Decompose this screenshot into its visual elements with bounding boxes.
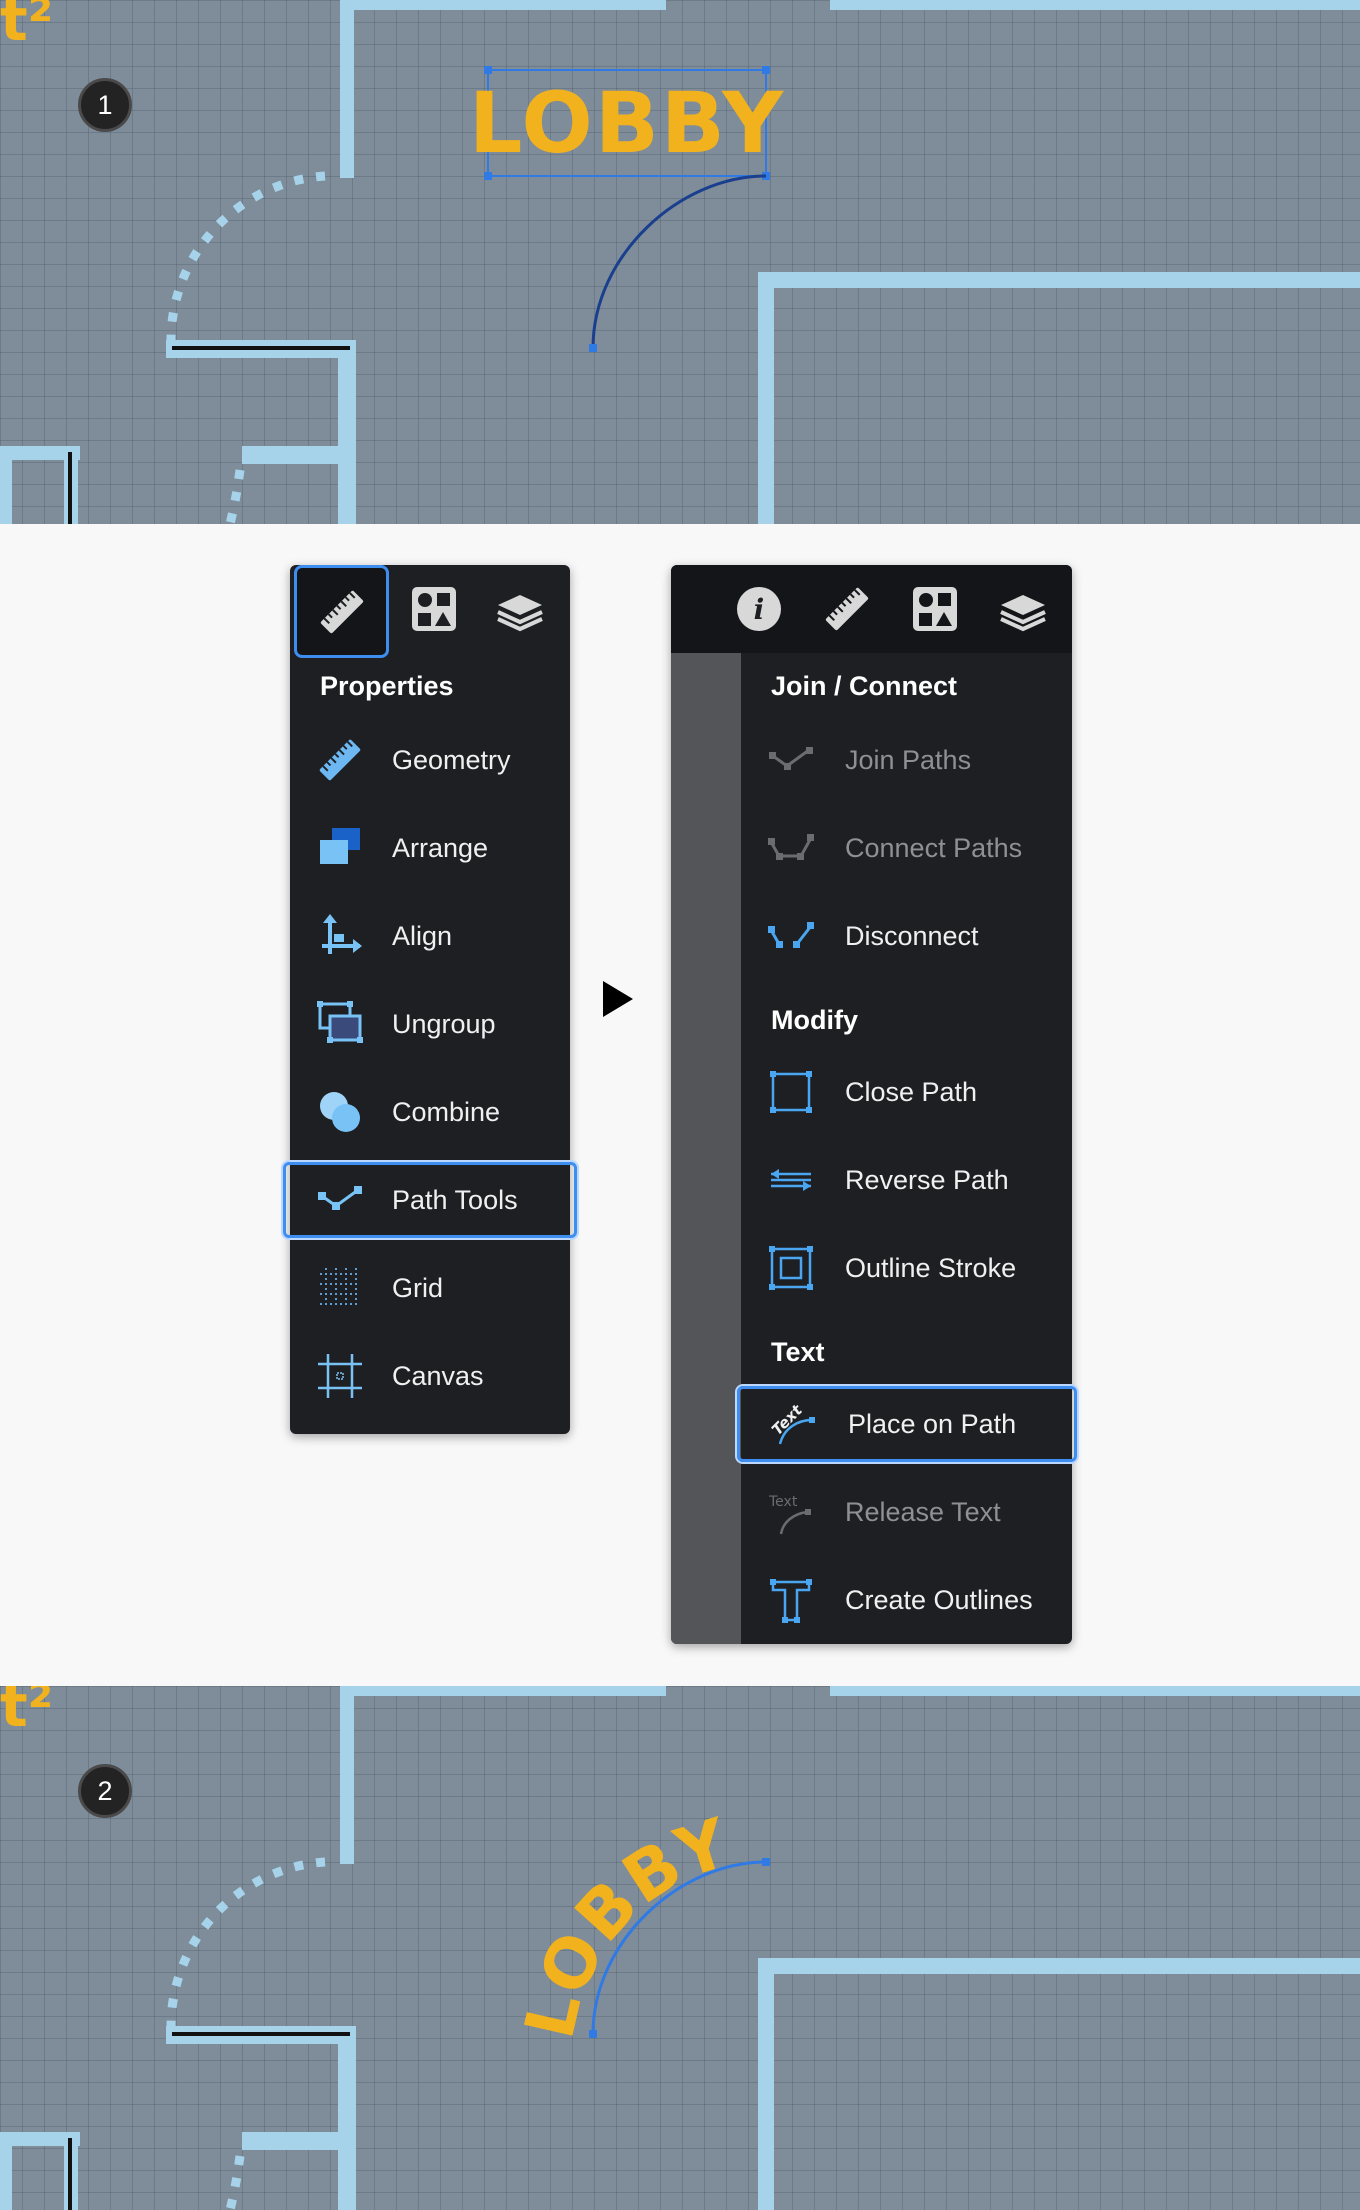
sidebar-strip — [671, 653, 741, 1644]
left-tabbar — [290, 565, 570, 658]
tab-geometry[interactable] — [819, 581, 875, 637]
lobby-label[interactable]: LOBBY — [469, 70, 783, 176]
tab-shapes[interactable] — [406, 581, 462, 637]
arrange-icon — [314, 822, 366, 874]
menu-item-label: Close Path — [845, 1076, 978, 1107]
menu-item-ungroup[interactable]: Ungroup — [314, 986, 554, 1062]
svg-text:Text: Text — [768, 1494, 798, 1510]
menu-item-label: Grid — [392, 1272, 444, 1303]
floorplan-walls: t² LOBBY — [0, 1686, 1360, 2210]
layers-icon — [497, 595, 543, 632]
canvas-before: t² LOBBY 1 — [0, 0, 1360, 524]
menu-item-outline-stroke[interactable]: Outline Stroke — [765, 1230, 1065, 1306]
menu-item-release-text[interactable]: Text Release Text — [765, 1474, 1065, 1550]
tab-layers[interactable] — [995, 581, 1051, 637]
join-paths-icon — [765, 734, 817, 786]
menu-item-label: Place on Path — [848, 1408, 1017, 1439]
menu-item-label: Disconnect — [845, 920, 979, 951]
release-text-icon: Text — [765, 1486, 817, 1538]
svg-text:i: i — [754, 593, 765, 626]
info-icon: i — [737, 587, 781, 631]
section-title-text: Text — [771, 1337, 825, 1367]
menu-item-disconnect[interactable]: Disconnect — [765, 898, 1065, 974]
align-icon — [314, 910, 366, 962]
combine-icon — [314, 1086, 366, 1138]
ungroup-icon — [314, 998, 366, 1050]
menu-item-label: Create Outlines — [845, 1584, 1033, 1615]
menu-item-join-paths[interactable]: Join Paths — [765, 722, 1065, 798]
menu-item-label: Release Text — [845, 1496, 1001, 1527]
right-tabbar: i — [671, 565, 1072, 653]
disconnect-icon — [765, 910, 817, 962]
menu-item-geometry[interactable]: Geometry — [314, 722, 554, 798]
menu-item-label: Arrange — [392, 832, 489, 863]
tab-geometry[interactable] — [294, 565, 389, 658]
menu-item-create-outlines[interactable]: Create Outlines — [765, 1562, 1065, 1638]
canvas-icon — [314, 1350, 366, 1402]
menu-item-label: Align — [392, 920, 453, 951]
text-path-curve[interactable] — [591, 174, 767, 349]
tab-layers[interactable] — [492, 581, 548, 637]
step-badge-1: 1 — [78, 78, 132, 132]
properties-menu: Properties Geometry Arrange Align Ungrou… — [283, 565, 577, 1434]
ruler-icon — [320, 590, 363, 633]
section-title-join-connect: Join / Connect — [771, 671, 958, 701]
close-path-icon — [765, 1066, 817, 1118]
section-title-properties: Properties — [320, 671, 454, 701]
lobby-on-path[interactable]: LOBBY — [511, 1804, 740, 2046]
svg-text:Text: Text — [770, 1401, 806, 1439]
shapes-icon — [913, 587, 957, 631]
ruler-icon — [825, 587, 869, 631]
menu-item-place-on-path[interactable]: Text Place on Path — [737, 1386, 1077, 1462]
geometry-ruler-icon — [314, 734, 366, 786]
next-step-arrow-icon — [603, 981, 633, 1017]
menu-item-label: Ungroup — [392, 1008, 496, 1039]
menu-item-label: Geometry — [392, 744, 511, 775]
menu-item-canvas[interactable]: Canvas — [314, 1338, 554, 1414]
menu-item-label: Reverse Path — [845, 1164, 1009, 1195]
menu-item-label: Combine — [392, 1096, 501, 1127]
menu-item-label: Connect Paths — [845, 832, 1023, 863]
layers-icon — [1000, 595, 1046, 632]
menu-item-label: Canvas — [392, 1360, 484, 1391]
path-tools-menu: i Join / Connect Join Paths Connect Path… — [671, 565, 1077, 1644]
menu-item-label: Path Tools — [392, 1184, 518, 1215]
menu-item-reverse-path[interactable]: Reverse Path — [765, 1142, 1065, 1218]
menu-item-label: Outline Stroke — [845, 1252, 1017, 1283]
section-title-modify: Modify — [771, 1005, 858, 1035]
create-outlines-icon — [765, 1574, 817, 1626]
tab-info[interactable]: i — [731, 581, 787, 637]
connect-paths-icon — [765, 822, 817, 874]
shapes-icon — [412, 587, 456, 631]
corner-text: t² — [0, 0, 53, 54]
menu-item-grid[interactable]: Grid — [314, 1250, 554, 1326]
menu-item-label: Join Paths — [845, 744, 972, 775]
grid-icon — [314, 1262, 366, 1314]
canvas-after: t² LOBBY 2 — [0, 1686, 1360, 2210]
place-on-path-icon: Text — [768, 1398, 820, 1450]
reverse-path-icon — [765, 1154, 817, 1206]
menu-item-combine[interactable]: Combine — [314, 1074, 554, 1150]
tab-shapes[interactable] — [907, 581, 963, 637]
menu-item-path-tools[interactable]: Path Tools — [283, 1162, 577, 1238]
menu-item-connect-paths[interactable]: Connect Paths — [765, 810, 1065, 886]
menu-item-arrange[interactable]: Arrange — [314, 810, 554, 886]
step-badge-2: 2 — [78, 1764, 132, 1818]
outline-stroke-icon — [765, 1242, 817, 1294]
path-tools-icon — [314, 1174, 366, 1226]
menu-item-close-path[interactable]: Close Path — [765, 1054, 1065, 1130]
corner-text: t² — [0, 1686, 53, 1740]
menu-item-align[interactable]: Align — [314, 898, 554, 974]
